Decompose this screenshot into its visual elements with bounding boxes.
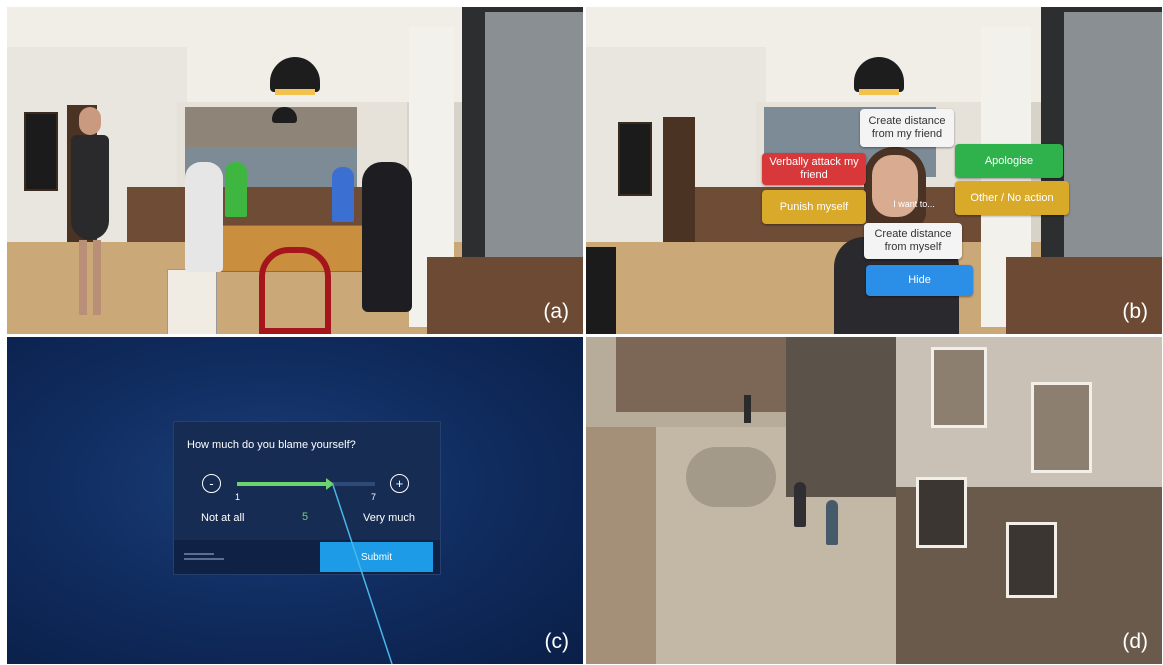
building-mid bbox=[786, 337, 896, 497]
laser-pointer bbox=[332, 484, 393, 664]
panel-a-label: (a) bbox=[543, 300, 569, 323]
choice-label: Create distance from myself bbox=[874, 228, 952, 253]
right-window-glass bbox=[485, 12, 583, 262]
sidewalk-left bbox=[586, 427, 656, 664]
choice-label: Create distance from my friend bbox=[868, 115, 946, 140]
choice-other-no-action[interactable]: Other / No action bbox=[955, 181, 1069, 215]
chalkboard bbox=[618, 122, 652, 196]
right-window-glass bbox=[1064, 12, 1162, 262]
door bbox=[663, 117, 695, 257]
pendant-lamp-small bbox=[272, 107, 297, 123]
pendant-lamp-glow bbox=[859, 89, 899, 95]
panel-a-cafe-scene: (a) bbox=[7, 7, 583, 334]
red-chair bbox=[259, 247, 331, 334]
panel-b-choice-menu: Create distance from my friend Verbally … bbox=[586, 7, 1162, 334]
pedestrian-man bbox=[826, 500, 838, 545]
choice-label: Verbally attack my friend bbox=[769, 156, 859, 181]
center-prompt: I want to... bbox=[893, 199, 935, 209]
choice-label: Punish myself bbox=[779, 200, 849, 213]
window-4 bbox=[1006, 522, 1057, 598]
panel-c-vr-questionnaire: How much do you blame yourself? - + 1 7 … bbox=[7, 337, 583, 664]
panel-b-label: (b) bbox=[1122, 300, 1148, 323]
bar-stool bbox=[586, 247, 616, 334]
choice-label: Other / No action bbox=[970, 191, 1054, 204]
choice-label: Apologise bbox=[984, 154, 1034, 167]
panel-c-label: (c) bbox=[544, 630, 570, 653]
back-window-buildings bbox=[185, 107, 357, 147]
choice-label: Hide bbox=[908, 274, 931, 286]
street-shadow bbox=[686, 447, 776, 507]
choice-create-distance-friend[interactable]: Create distance from my friend bbox=[860, 109, 954, 147]
pendant-lamp-glow bbox=[275, 89, 315, 95]
window-3 bbox=[916, 477, 967, 548]
person-seated-3 bbox=[332, 167, 354, 222]
choice-punish-myself[interactable]: Punish myself bbox=[762, 190, 866, 224]
window-shutter-2 bbox=[1031, 382, 1092, 473]
person-walking bbox=[59, 107, 119, 317]
person-seated-1 bbox=[185, 162, 223, 272]
choice-apologise[interactable]: Apologise bbox=[955, 144, 1063, 178]
person-seated-2 bbox=[225, 162, 247, 217]
menu-stand bbox=[167, 269, 217, 334]
choice-hide[interactable]: Hide bbox=[866, 265, 973, 296]
panel-d-street-scene: (d) bbox=[586, 337, 1162, 664]
choice-verbally-attack[interactable]: Verbally attack my friend bbox=[762, 153, 866, 185]
distant-pedestrian bbox=[744, 395, 751, 423]
panel-d-label: (d) bbox=[1122, 630, 1148, 653]
person-seated-4 bbox=[362, 162, 412, 312]
choice-create-distance-myself[interactable]: Create distance from myself bbox=[864, 223, 962, 259]
chalkboard bbox=[24, 112, 58, 191]
window-shutter-1 bbox=[931, 347, 987, 428]
pedestrian-woman bbox=[794, 482, 806, 527]
